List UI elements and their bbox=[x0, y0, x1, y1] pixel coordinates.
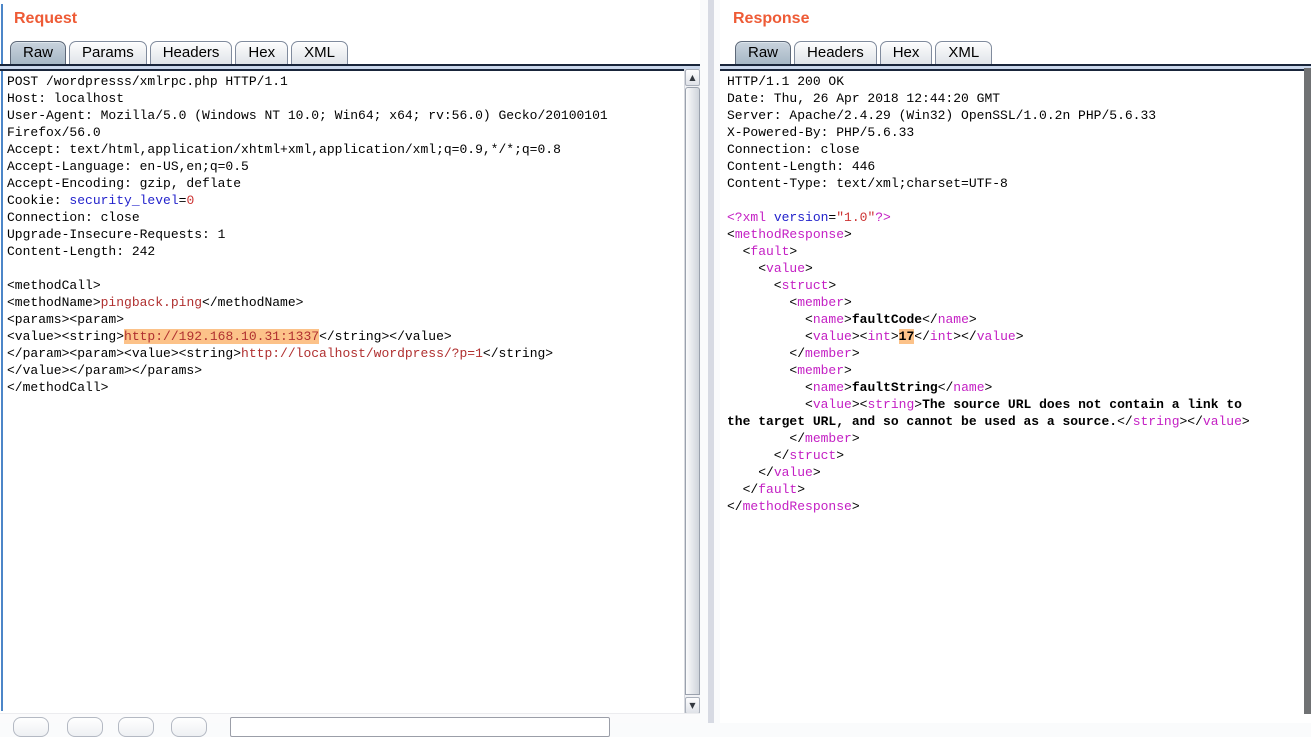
code-line bbox=[727, 192, 1305, 209]
code-line: <member> bbox=[727, 294, 1305, 311]
request-tab-row: RawParamsHeadersHexXML bbox=[10, 40, 351, 64]
code-line: <methodName>pingback.ping</methodName> bbox=[7, 294, 683, 311]
code-line: Upgrade-Insecure-Requests: 1 bbox=[7, 226, 683, 243]
code-line: Firefox/56.0 bbox=[7, 124, 683, 141]
request-editor-toolbar bbox=[0, 713, 701, 723]
code-line: the target URL, and so cannot be used as… bbox=[727, 413, 1305, 430]
request-search-input[interactable] bbox=[230, 717, 610, 737]
tab-headers[interactable]: Headers bbox=[794, 41, 877, 64]
editor-toolbar-button[interactable] bbox=[118, 717, 154, 737]
editor-toolbar-button[interactable] bbox=[13, 717, 49, 737]
code-line: </struct> bbox=[727, 447, 1305, 464]
arrow-up-icon: ▲ bbox=[689, 74, 695, 82]
code-line: Accept-Encoding: gzip, deflate bbox=[7, 175, 683, 192]
code-line: Host: localhost bbox=[7, 90, 683, 107]
code-line: HTTP/1.1 200 OK bbox=[727, 73, 1305, 90]
request-panel: Request RawParamsHeadersHexXML POST /wor… bbox=[0, 0, 701, 723]
code-line: </methodResponse> bbox=[727, 498, 1305, 515]
scrollbar-down-button[interactable]: ▼ bbox=[685, 697, 700, 714]
code-line: Content-Length: 446 bbox=[727, 158, 1305, 175]
request-scrollbar-track[interactable]: ▲ ▼ bbox=[684, 69, 701, 714]
arrow-down-icon: ▼ bbox=[689, 702, 695, 710]
response-viewer[interactable]: HTTP/1.1 200 OKDate: Thu, 26 Apr 2018 12… bbox=[727, 71, 1305, 713]
tab-hex[interactable]: Hex bbox=[235, 41, 288, 64]
code-line: <value><int>17</int></value> bbox=[727, 328, 1305, 345]
code-line: </member> bbox=[727, 430, 1305, 447]
tab-raw[interactable]: Raw bbox=[735, 41, 791, 64]
code-line: User-Agent: Mozilla/5.0 (Windows NT 10.0… bbox=[7, 107, 683, 124]
tab-xml[interactable]: XML bbox=[935, 41, 992, 64]
tab-hex[interactable]: Hex bbox=[880, 41, 933, 64]
code-line: <value><string>http://192.168.10.31:1337… bbox=[7, 328, 683, 345]
code-line: Cookie: security_level=0 bbox=[7, 192, 683, 209]
code-line: </value></param></params> bbox=[7, 362, 683, 379]
code-line: <name>faultCode</name> bbox=[727, 311, 1305, 328]
code-line: Content-Type: text/xml;charset=UTF-8 bbox=[727, 175, 1305, 192]
code-line: </param><param><value><string>http://loc… bbox=[7, 345, 683, 362]
tab-params[interactable]: Params bbox=[69, 41, 147, 64]
response-panel: Response RawHeadersHexXML HTTP/1.1 200 O… bbox=[720, 0, 1311, 723]
code-line: <member> bbox=[727, 362, 1305, 379]
code-line: <value><string>The source URL does not c… bbox=[727, 396, 1305, 413]
tab-headers[interactable]: Headers bbox=[150, 41, 233, 64]
code-line: </member> bbox=[727, 345, 1305, 362]
scrollbar-thumb[interactable] bbox=[685, 87, 700, 695]
editor-toolbar-button[interactable] bbox=[67, 717, 103, 737]
request-title: Request bbox=[14, 10, 77, 28]
code-line: <name>faultString</name> bbox=[727, 379, 1305, 396]
response-tab-row: RawHeadersHexXML bbox=[735, 40, 995, 64]
tab-xml[interactable]: XML bbox=[291, 41, 348, 64]
code-line: <methodResponse> bbox=[727, 226, 1305, 243]
code-line: </methodCall> bbox=[7, 379, 683, 396]
divider-strip bbox=[708, 0, 714, 723]
code-line: X-Powered-By: PHP/5.6.33 bbox=[727, 124, 1305, 141]
response-title: Response bbox=[733, 10, 809, 28]
code-line: <methodCall> bbox=[7, 277, 683, 294]
code-line: Accept-Language: en-US,en;q=0.5 bbox=[7, 158, 683, 175]
code-line: </value> bbox=[727, 464, 1305, 481]
code-line: Connection: close bbox=[7, 209, 683, 226]
code-line bbox=[7, 260, 683, 277]
editor-toolbar-button[interactable] bbox=[171, 717, 207, 737]
code-line: <fault> bbox=[727, 243, 1305, 260]
code-line: Connection: close bbox=[727, 141, 1305, 158]
code-line: <params><param> bbox=[7, 311, 683, 328]
request-editor[interactable]: POST /wordpresss/xmlrpc.php HTTP/1.1Host… bbox=[7, 71, 683, 713]
code-line: Server: Apache/2.4.29 (Win32) OpenSSL/1.… bbox=[727, 107, 1305, 124]
code-line: Accept: text/html,application/xhtml+xml,… bbox=[7, 141, 683, 158]
code-line: </fault> bbox=[727, 481, 1305, 498]
code-line: <struct> bbox=[727, 277, 1305, 294]
tab-raw[interactable]: Raw bbox=[10, 41, 66, 64]
tab-groove bbox=[0, 64, 701, 71]
request-focus-border bbox=[1, 4, 3, 711]
code-line: <?xml version="1.0"?> bbox=[727, 209, 1305, 226]
scrollbar-up-button[interactable]: ▲ bbox=[685, 69, 700, 86]
code-line: POST /wordpresss/xmlrpc.php HTTP/1.1 bbox=[7, 73, 683, 90]
tab-groove bbox=[720, 64, 1311, 71]
code-line: <value> bbox=[727, 260, 1305, 277]
split-pane-divider[interactable] bbox=[700, 0, 720, 723]
code-line: Date: Thu, 26 Apr 2018 12:44:20 GMT bbox=[727, 90, 1305, 107]
code-line: Content-Length: 242 bbox=[7, 243, 683, 260]
response-scrollbar[interactable] bbox=[1304, 68, 1311, 714]
